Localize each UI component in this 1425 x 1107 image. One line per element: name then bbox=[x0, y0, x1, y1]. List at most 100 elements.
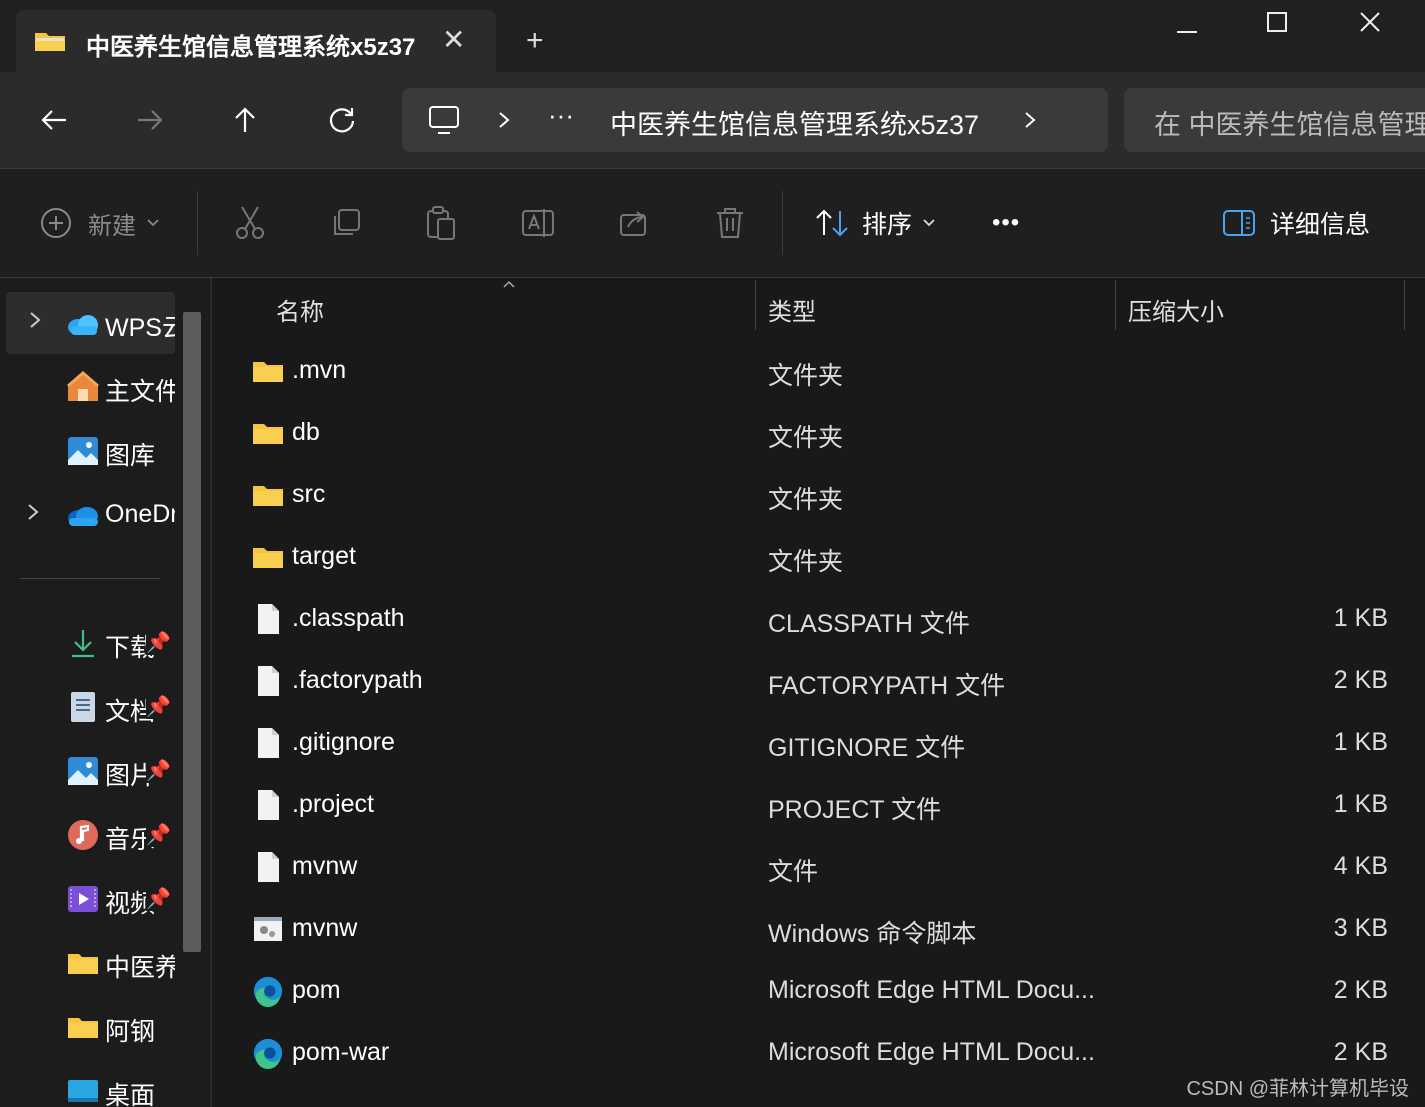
file-name: target bbox=[292, 542, 356, 570]
maximize-button[interactable] bbox=[1232, 0, 1322, 44]
up-button[interactable] bbox=[225, 100, 265, 140]
cut-icon bbox=[236, 206, 264, 239]
sidebar-item-label: 图库 bbox=[105, 442, 156, 470]
file-type: PROJECT 文件 bbox=[768, 796, 942, 824]
copy-icon bbox=[334, 209, 360, 235]
new-tab-button[interactable]: + bbox=[526, 26, 544, 56]
column-divider[interactable] bbox=[1115, 280, 1116, 330]
file-type: FACTORYPATH 文件 bbox=[768, 672, 1006, 700]
cloud-icon bbox=[68, 315, 98, 335]
column-header-size[interactable]: 压缩大小 bbox=[1128, 292, 1224, 344]
file-row[interactable]: pom Microsoft Edge HTML Docu... 2 KB bbox=[212, 960, 1412, 1022]
plus-circle-icon bbox=[41, 208, 71, 238]
share-button[interactable] bbox=[618, 203, 650, 243]
sort-button[interactable]: 排序 bbox=[814, 203, 936, 243]
file-row[interactable]: .project PROJECT 文件 1 KB bbox=[212, 774, 1412, 836]
details-pane-icon bbox=[1223, 210, 1255, 236]
file-size: 1 KB bbox=[1333, 604, 1388, 632]
folder-icon bbox=[68, 1018, 98, 1038]
arrow-up-icon bbox=[235, 107, 255, 132]
tab-active[interactable]: 中医养生馆信息管理系统x5z37 ✕ bbox=[16, 10, 496, 72]
file-name: .factorypath bbox=[292, 666, 423, 694]
file-type: Microsoft Edge HTML Docu... bbox=[768, 1038, 1095, 1066]
file-row[interactable]: .classpath CLASSPATH 文件 1 KB bbox=[212, 588, 1412, 650]
file-name: .classpath bbox=[292, 604, 405, 632]
sidebar-item-wps-cloud[interactable]: WPS云盘 bbox=[6, 292, 175, 354]
breadcrumb[interactable]: ··· 中医养生馆信息管理系统x5z37 bbox=[402, 88, 1108, 152]
file-type: 文件夹 bbox=[768, 424, 844, 452]
file-row[interactable]: .mvn 文件夹 bbox=[212, 340, 1412, 402]
chevron-right-icon bbox=[499, 112, 510, 128]
file-icon bbox=[258, 604, 279, 634]
file-size: 3 KB bbox=[1333, 914, 1388, 942]
document-icon bbox=[71, 692, 95, 722]
chevron-right-icon[interactable] bbox=[28, 310, 42, 330]
new-button[interactable]: 新建 bbox=[40, 203, 160, 243]
refresh-button[interactable] bbox=[322, 100, 362, 140]
more-options-button[interactable]: ••• bbox=[992, 203, 1020, 243]
sidebar-item-pictures[interactable]: 图片 📌 bbox=[0, 740, 175, 802]
sidebar-item-videos[interactable]: 视频 📌 bbox=[0, 868, 175, 930]
edge-icon bbox=[253, 976, 283, 1008]
sidebar-item-home[interactable]: 主文件夹 bbox=[0, 356, 175, 418]
sidebar-item-project-folder[interactable]: 中医养生馆信息管理系统x5z37 bbox=[0, 932, 175, 994]
details-pane-button[interactable]: 详细信息 bbox=[1222, 203, 1370, 243]
file-size: 1 KB bbox=[1333, 790, 1388, 818]
column-divider[interactable] bbox=[1404, 280, 1405, 330]
watermark: CSDN @菲林计算机毕设 bbox=[1186, 1078, 1409, 1100]
breadcrumb-more[interactable]: ··· bbox=[548, 100, 574, 131]
file-size: 2 KB bbox=[1333, 1038, 1388, 1066]
column-header-name[interactable]: 名称 bbox=[276, 292, 324, 344]
file-row[interactable]: .gitignore GITIGNORE 文件 1 KB bbox=[212, 712, 1412, 774]
column-divider[interactable] bbox=[755, 280, 756, 330]
chevron-right-icon[interactable] bbox=[26, 502, 40, 522]
sidebar-item-label: OneDrive bbox=[105, 500, 175, 528]
arrow-left-icon bbox=[41, 110, 66, 130]
sidebar-item-agang[interactable]: 阿钢 bbox=[0, 996, 175, 1058]
edge-icon bbox=[253, 1038, 283, 1070]
this-pc-icon bbox=[429, 106, 459, 134]
minimize-icon bbox=[1177, 31, 1197, 33]
minimize-button[interactable] bbox=[1142, 0, 1232, 44]
close-window-button[interactable] bbox=[1325, 0, 1415, 44]
sort-label: 排序 bbox=[862, 211, 913, 239]
sidebar-scrollbar[interactable] bbox=[183, 312, 201, 952]
file-row[interactable]: .factorypath FACTORYPATH 文件 2 KB bbox=[212, 650, 1412, 712]
column-header-type[interactable]: 类型 bbox=[768, 292, 816, 344]
close-tab-button[interactable]: ✕ bbox=[442, 26, 465, 54]
file-row[interactable]: mvnw 文件 4 KB bbox=[212, 836, 1412, 898]
download-icon bbox=[72, 630, 94, 658]
cut-button[interactable] bbox=[234, 203, 266, 243]
pin-icon: 📌 bbox=[146, 758, 171, 783]
rename-button[interactable] bbox=[521, 203, 555, 243]
new-label: 新建 bbox=[88, 212, 136, 240]
file-name: .mvn bbox=[292, 356, 347, 384]
paste-button[interactable] bbox=[425, 203, 457, 243]
back-button[interactable] bbox=[34, 100, 74, 140]
sidebar-item-desktop[interactable]: 桌面 bbox=[0, 1060, 175, 1107]
file-type: 文件 bbox=[768, 858, 819, 886]
share-icon bbox=[620, 211, 646, 236]
file-row[interactable]: db 文件夹 bbox=[212, 402, 1412, 464]
copy-button[interactable] bbox=[330, 203, 362, 243]
sidebar-item-gallery[interactable]: 图库 bbox=[0, 420, 175, 482]
file-type: Windows 命令脚本 bbox=[768, 920, 977, 948]
sidebar-item-downloads[interactable]: 下载 📌 bbox=[0, 612, 175, 674]
sidebar-item-onedrive[interactable]: OneDrive bbox=[0, 484, 175, 546]
maximize-icon bbox=[1267, 12, 1287, 32]
forward-button[interactable] bbox=[130, 100, 170, 140]
file-row[interactable]: mvnw Windows 命令脚本 3 KB bbox=[212, 898, 1412, 960]
sidebar-item-documents[interactable]: 文档 📌 bbox=[0, 676, 175, 738]
file-size: 2 KB bbox=[1333, 976, 1388, 1004]
file-row[interactable]: target 文件夹 bbox=[212, 526, 1412, 588]
breadcrumb-current[interactable]: 中医养生馆信息管理系统x5z37 bbox=[610, 103, 979, 142]
home-icon bbox=[67, 371, 99, 401]
navigation-pane: WPS云盘 主文件夹 图库 OneDrive 下载 📌 文档 📌 图片 📌 音乐… bbox=[0, 278, 212, 1107]
delete-button[interactable] bbox=[714, 203, 746, 243]
folder-icon bbox=[68, 954, 98, 974]
file-row[interactable]: src 文件夹 bbox=[212, 464, 1412, 526]
folder-icon bbox=[253, 548, 283, 568]
sidebar-item-music[interactable]: 音乐 📌 bbox=[0, 804, 175, 866]
search-box[interactable]: 在 中医养生馆信息管理系统x5z37 中搜索 bbox=[1124, 88, 1425, 152]
sort-ascending-icon bbox=[503, 280, 515, 288]
